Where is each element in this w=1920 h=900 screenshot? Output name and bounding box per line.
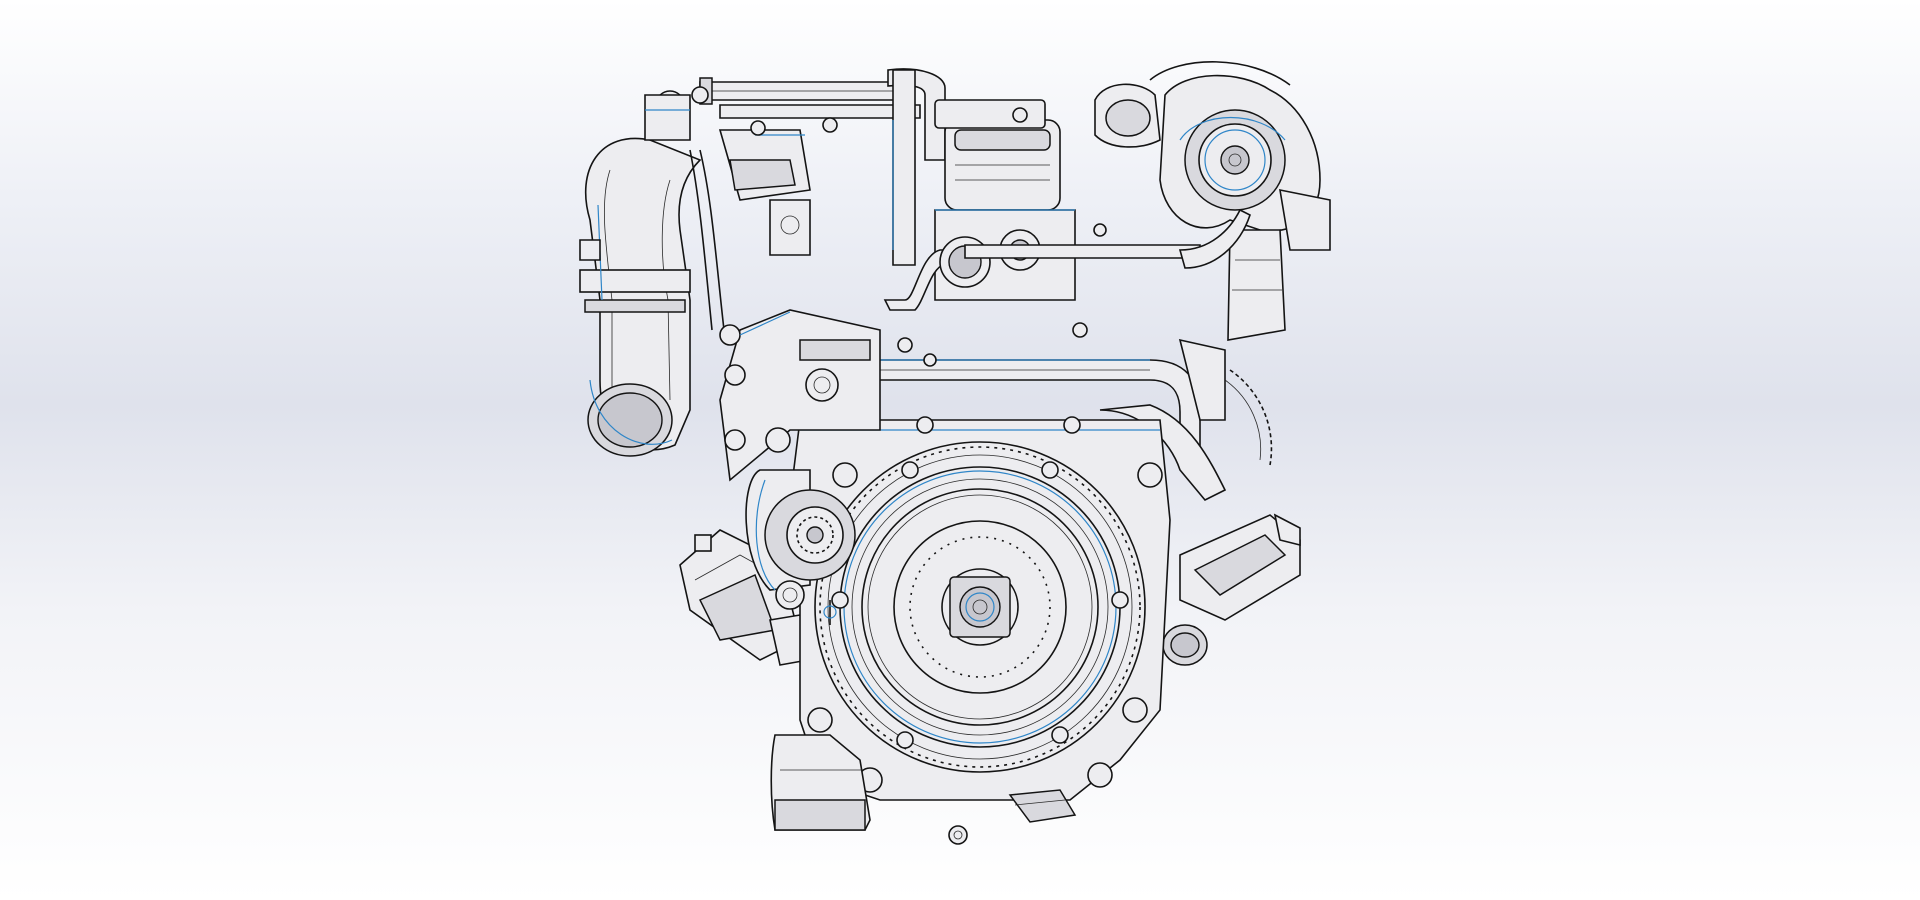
clutch-pressure-plate[interactable] — [861, 488, 1099, 726]
intake-elbow-pipe[interactable] — [579, 137, 702, 457]
engine-model[interactable] — [0, 0, 1920, 900]
wiring-harness[interactable] — [689, 129, 811, 331]
cad-viewport[interactable] — [0, 0, 1920, 900]
timing-gear[interactable] — [1224, 369, 1273, 466]
engine-mount-right[interactable] — [1162, 513, 1301, 666]
turbocharger[interactable] — [1094, 61, 1331, 341]
